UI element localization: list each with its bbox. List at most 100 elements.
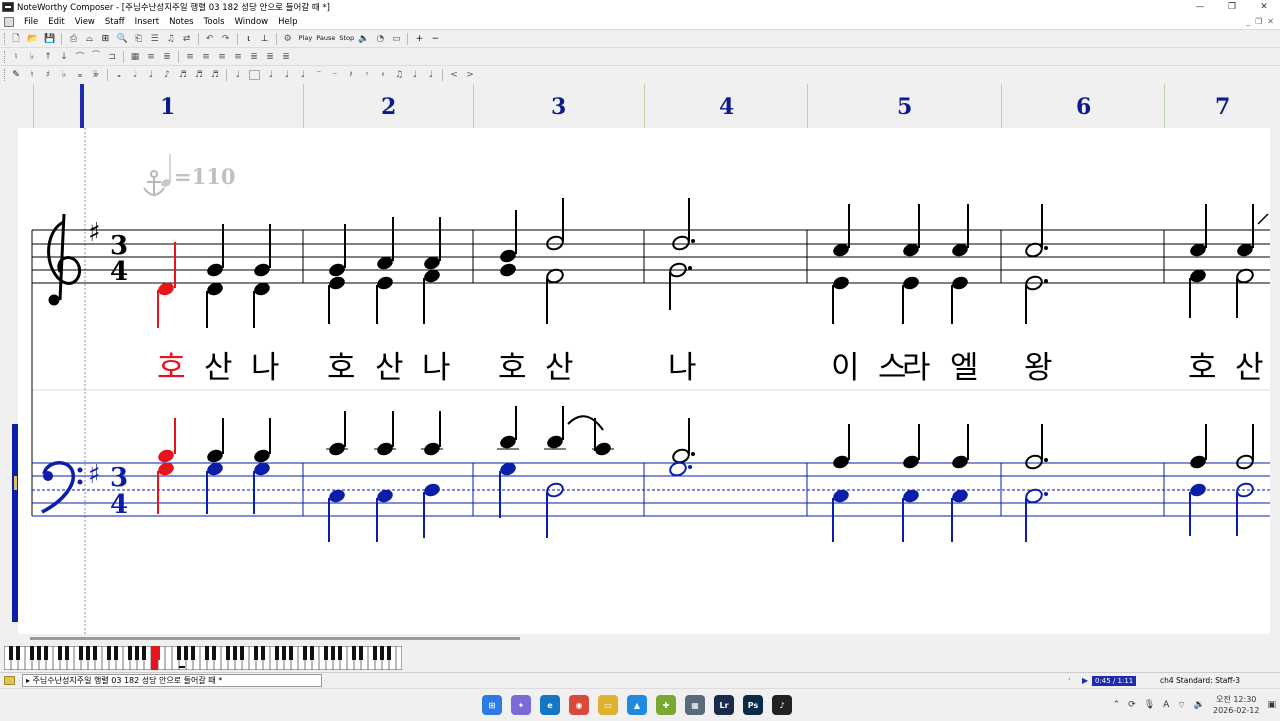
view-glasses-icon[interactable]: ⌓	[84, 34, 94, 44]
undo-icon[interactable]: ↶	[205, 34, 215, 44]
beam-icon[interactable]: ⊐	[107, 52, 117, 62]
list2-icon[interactable]: ≣	[162, 52, 172, 62]
metronome-icon[interactable]: ◔	[375, 34, 385, 44]
close-button[interactable]: ✕	[1248, 0, 1280, 14]
flat-icon[interactable]: ♭	[59, 70, 69, 80]
clock[interactable]: 오전 12:30 2026-02-12	[1213, 694, 1260, 716]
edit-symbol-icon[interactable]: ✎	[11, 70, 21, 80]
dotted-note-icon[interactable]: ♩	[233, 70, 243, 80]
bass-notes[interactable]	[156, 406, 1254, 542]
align-left-icon[interactable]: ≡	[185, 52, 195, 62]
align-right-icon[interactable]: ≡	[217, 52, 227, 62]
tie-icon[interactable]: ⁀	[91, 52, 101, 62]
sixteenth-note-icon[interactable]: ♬	[178, 70, 188, 80]
open-file-icon[interactable]: 📂	[27, 34, 38, 44]
quarter-note-icon[interactable]: ♩	[146, 70, 156, 80]
double-flat-icon[interactable]: 𝄫	[91, 70, 101, 80]
whole-rest-icon[interactable]: 𝄻	[314, 70, 324, 80]
start-icon[interactable]: ⊞	[482, 695, 502, 715]
keyboard-icon[interactable]: ▭	[391, 34, 401, 44]
64th-note-icon[interactable]: ♬	[210, 70, 220, 80]
align-center-icon[interactable]: ≡	[201, 52, 211, 62]
list-icon[interactable]: ≡	[146, 52, 156, 62]
menu-edit[interactable]: Edit	[43, 17, 69, 27]
toolbar-grip[interactable]	[4, 50, 7, 63]
menu-help[interactable]: Help	[273, 17, 302, 27]
document-icon[interactable]	[4, 16, 14, 27]
menu-window[interactable]: Window	[230, 17, 274, 27]
zoom-out-icon[interactable]: −	[430, 34, 440, 44]
photos-icon[interactable]: ▲	[627, 695, 647, 715]
track-icon[interactable]: ⇄	[182, 34, 192, 44]
tray-sync-icon[interactable]: ⟳	[1128, 700, 1136, 710]
menu-view[interactable]: View	[70, 17, 100, 27]
zoom-icon[interactable]: 🔍	[116, 34, 127, 44]
tray-mic-icon[interactable]: 🎙	[1144, 700, 1155, 710]
align-justify-icon[interactable]: ≡	[233, 52, 243, 62]
menu-insert[interactable]: Insert	[130, 17, 164, 27]
measure-number-4[interactable]: 4	[719, 94, 734, 120]
midi-icon[interactable]: ♫	[166, 34, 176, 44]
measure-number-3[interactable]: 3	[551, 94, 566, 120]
whole-note-icon[interactable]: 𝅝	[114, 70, 124, 80]
measure-number-1[interactable]: 1	[160, 94, 175, 120]
mdi-restore-button[interactable]: ❐	[1255, 14, 1262, 29]
transpose-up-icon[interactable]: ↑	[43, 52, 53, 62]
lyric-syllable[interactable]: 호	[498, 350, 527, 386]
accent-icon[interactable]: ♩	[298, 70, 308, 80]
minimize-button[interactable]: —	[1184, 0, 1216, 14]
lightroom-icon[interactable]: Lr	[714, 695, 734, 715]
grace-slash-icon[interactable]: ♩	[426, 70, 436, 80]
playback-options-icon[interactable]: ⚙	[283, 34, 293, 44]
lyrics-line[interactable]: 호 산 나 호 산 나 호 산 나 이 스 라 엘 왕 호 산	[157, 350, 1264, 386]
photoshop-icon[interactable]: Ps	[743, 695, 763, 715]
score-canvas[interactable]: =110 ♯ 3 4 호 산 나 호 산 나 호 산 나 이 스 라 엘 왕 호…	[18, 128, 1270, 634]
measure-number-7[interactable]: 7	[1215, 94, 1230, 120]
stop-button[interactable]: Stop	[339, 35, 354, 42]
natural-icon[interactable]: ♮	[27, 70, 37, 80]
lyric-syllable[interactable]: 산	[375, 350, 404, 386]
audit-icon[interactable]: ☰	[150, 34, 160, 44]
treble-notes[interactable]	[156, 198, 1269, 328]
menu-file[interactable]: File	[19, 17, 43, 27]
grace-note-icon[interactable]	[249, 69, 260, 80]
eighth-note-icon[interactable]: ♪	[162, 70, 172, 80]
lyric-syllable[interactable]: 호	[1188, 350, 1217, 386]
zoom-in-icon[interactable]: +	[414, 34, 424, 44]
grace-icon[interactable]: ♩	[410, 70, 420, 80]
sixteenth-rest-icon[interactable]: 𝄿	[378, 70, 388, 80]
triplet-icon[interactable]: ♫	[394, 70, 404, 80]
sharp-icon[interactable]: ♯	[43, 70, 53, 80]
measure-number-5[interactable]: 5	[897, 94, 912, 120]
grid-icon[interactable]: ▦	[130, 52, 140, 62]
quarter-rest-icon[interactable]: 𝄽	[346, 70, 356, 80]
lyric-syllable[interactable]: 엘	[950, 350, 979, 386]
crescendo-icon[interactable]: <	[449, 70, 459, 80]
accidental-icon[interactable]: ♭	[27, 52, 37, 62]
tray-input-icon[interactable]: A	[1163, 700, 1169, 710]
diminuendo-icon[interactable]: >	[465, 70, 475, 80]
new-file-icon[interactable]: 🗋	[11, 31, 21, 47]
status-play-icon[interactable]: ▶	[1082, 676, 1088, 685]
lyric-syllable[interactable]: 나	[251, 350, 280, 386]
page-setup-icon[interactable]: ⊞	[100, 34, 110, 44]
tempo-marking[interactable]: =110	[143, 154, 235, 196]
status-file-tab[interactable]: ▸ 주님수난성지주일 행렬 03 182 성당 안으로 들어갈 때 *	[22, 674, 322, 687]
transpose-down-icon[interactable]: ↓	[59, 52, 69, 62]
lyric-syllable[interactable]: 이	[831, 350, 860, 386]
chrome-icon[interactable]: ◉	[569, 695, 589, 715]
play-button[interactable]: Play	[299, 35, 313, 42]
lyric-syllable[interactable]: 나	[422, 350, 451, 386]
folder-icon[interactable]	[4, 676, 15, 685]
tray-volume-icon[interactable]: 🔉	[1194, 700, 1205, 710]
app-icon-green[interactable]: ✚	[656, 695, 676, 715]
preview-icon[interactable]: ⎗	[134, 34, 144, 44]
pause-button[interactable]: Pause	[316, 35, 335, 42]
staccato-icon[interactable]: ♩	[266, 70, 276, 80]
text-cursor-icon[interactable]: ι	[244, 34, 254, 44]
mdi-close-button[interactable]: ✕	[1267, 14, 1274, 29]
restore-button[interactable]: ❐	[1216, 0, 1248, 14]
file-explorer-icon[interactable]: ▭	[598, 695, 618, 715]
save-icon[interactable]: 💾	[44, 34, 55, 44]
lyric-syllable[interactable]: 산	[1235, 350, 1264, 386]
